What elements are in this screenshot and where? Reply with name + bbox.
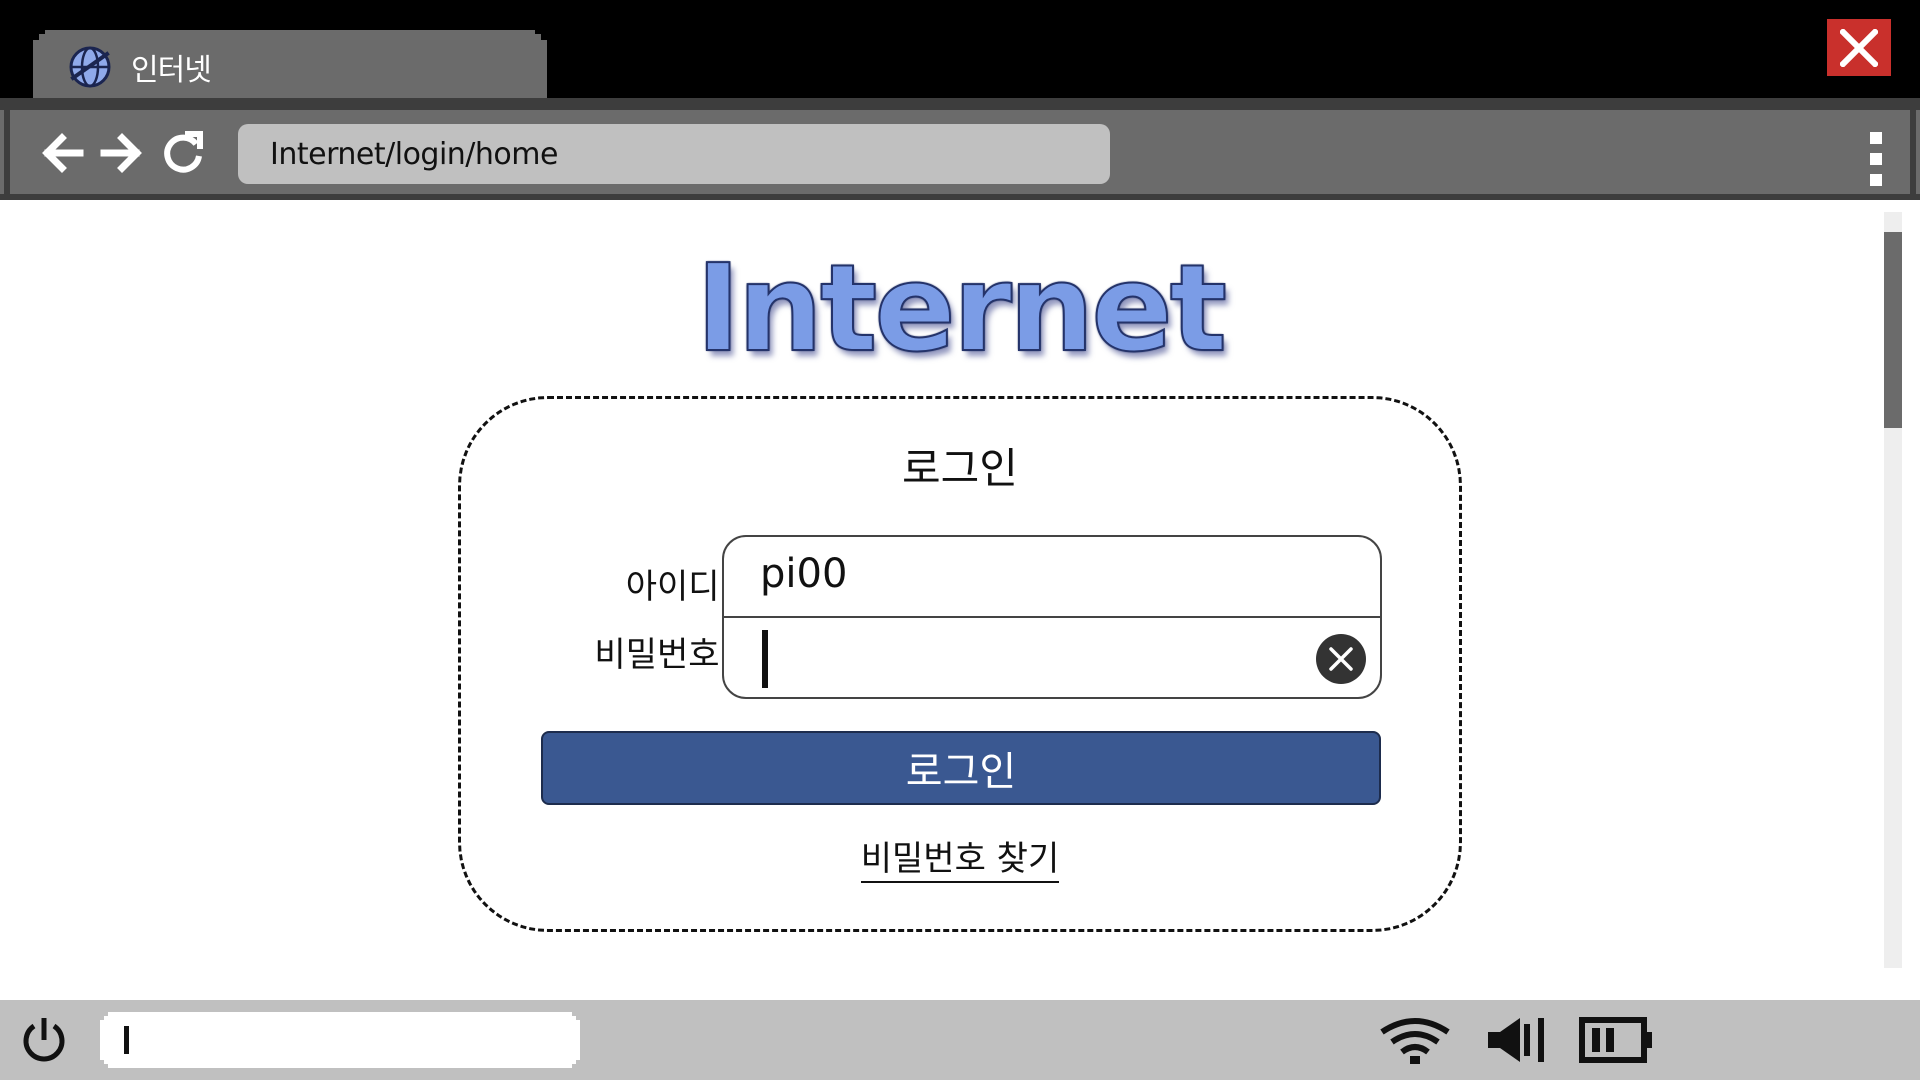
taskbar xyxy=(0,1000,1920,1080)
back-arrow-icon[interactable] xyxy=(40,130,86,176)
password-field[interactable] xyxy=(724,618,1380,697)
globe-icon xyxy=(69,46,111,88)
window-titlebar: 인터넷 xyxy=(0,0,1920,98)
text-caret xyxy=(124,1026,129,1054)
id-field[interactable]: pi00 xyxy=(724,537,1380,618)
address-text: Internet/login/home xyxy=(270,136,558,172)
login-submit-button[interactable]: 로그인 xyxy=(541,731,1381,805)
address-bar[interactable]: Internet/login/home xyxy=(238,124,1110,184)
more-vertical-icon[interactable] xyxy=(1870,132,1886,186)
credentials-group: pi00 xyxy=(722,535,1382,699)
find-password-row: 비밀번호 찾기 xyxy=(461,831,1459,883)
id-field-value: pi00 xyxy=(760,551,848,597)
volume-icon[interactable] xyxy=(1484,1014,1548,1066)
browser-tab[interactable]: 인터넷 xyxy=(33,30,547,98)
login-heading: 로그인 xyxy=(902,444,1018,493)
page-viewport: Internet 로그인 아이디: 비밀번호: pi00 로그인 비밀번호 찾기 xyxy=(0,200,1920,1000)
browser-toolbar: Internet/login/home xyxy=(0,98,1920,200)
password-label: 비밀번호: xyxy=(594,635,731,675)
find-password-link[interactable]: 비밀번호 찾기 xyxy=(860,839,1060,883)
tab-title: 인터넷 xyxy=(131,53,212,88)
reload-icon[interactable] xyxy=(160,130,206,176)
text-caret xyxy=(762,630,768,688)
window-close-button[interactable] xyxy=(1827,19,1891,76)
power-icon[interactable] xyxy=(18,1014,70,1066)
login-submit-label: 로그인 xyxy=(905,749,1017,795)
battery-icon[interactable] xyxy=(1578,1014,1656,1066)
vertical-scrollbar[interactable] xyxy=(1884,212,1902,968)
site-logo: Internet xyxy=(695,239,1228,380)
login-panel: 로그인 아이디: 비밀번호: pi00 로그인 비밀번호 찾기 xyxy=(458,396,1462,932)
close-icon xyxy=(1840,28,1878,67)
wifi-icon[interactable] xyxy=(1378,1014,1452,1066)
clear-input-button[interactable] xyxy=(1316,634,1366,684)
forward-arrow-icon[interactable] xyxy=(98,130,144,176)
scrollbar-thumb[interactable] xyxy=(1884,232,1902,428)
clear-icon xyxy=(1329,647,1353,671)
taskbar-search-input[interactable] xyxy=(100,1012,580,1068)
id-label: 아이디: xyxy=(625,567,731,607)
